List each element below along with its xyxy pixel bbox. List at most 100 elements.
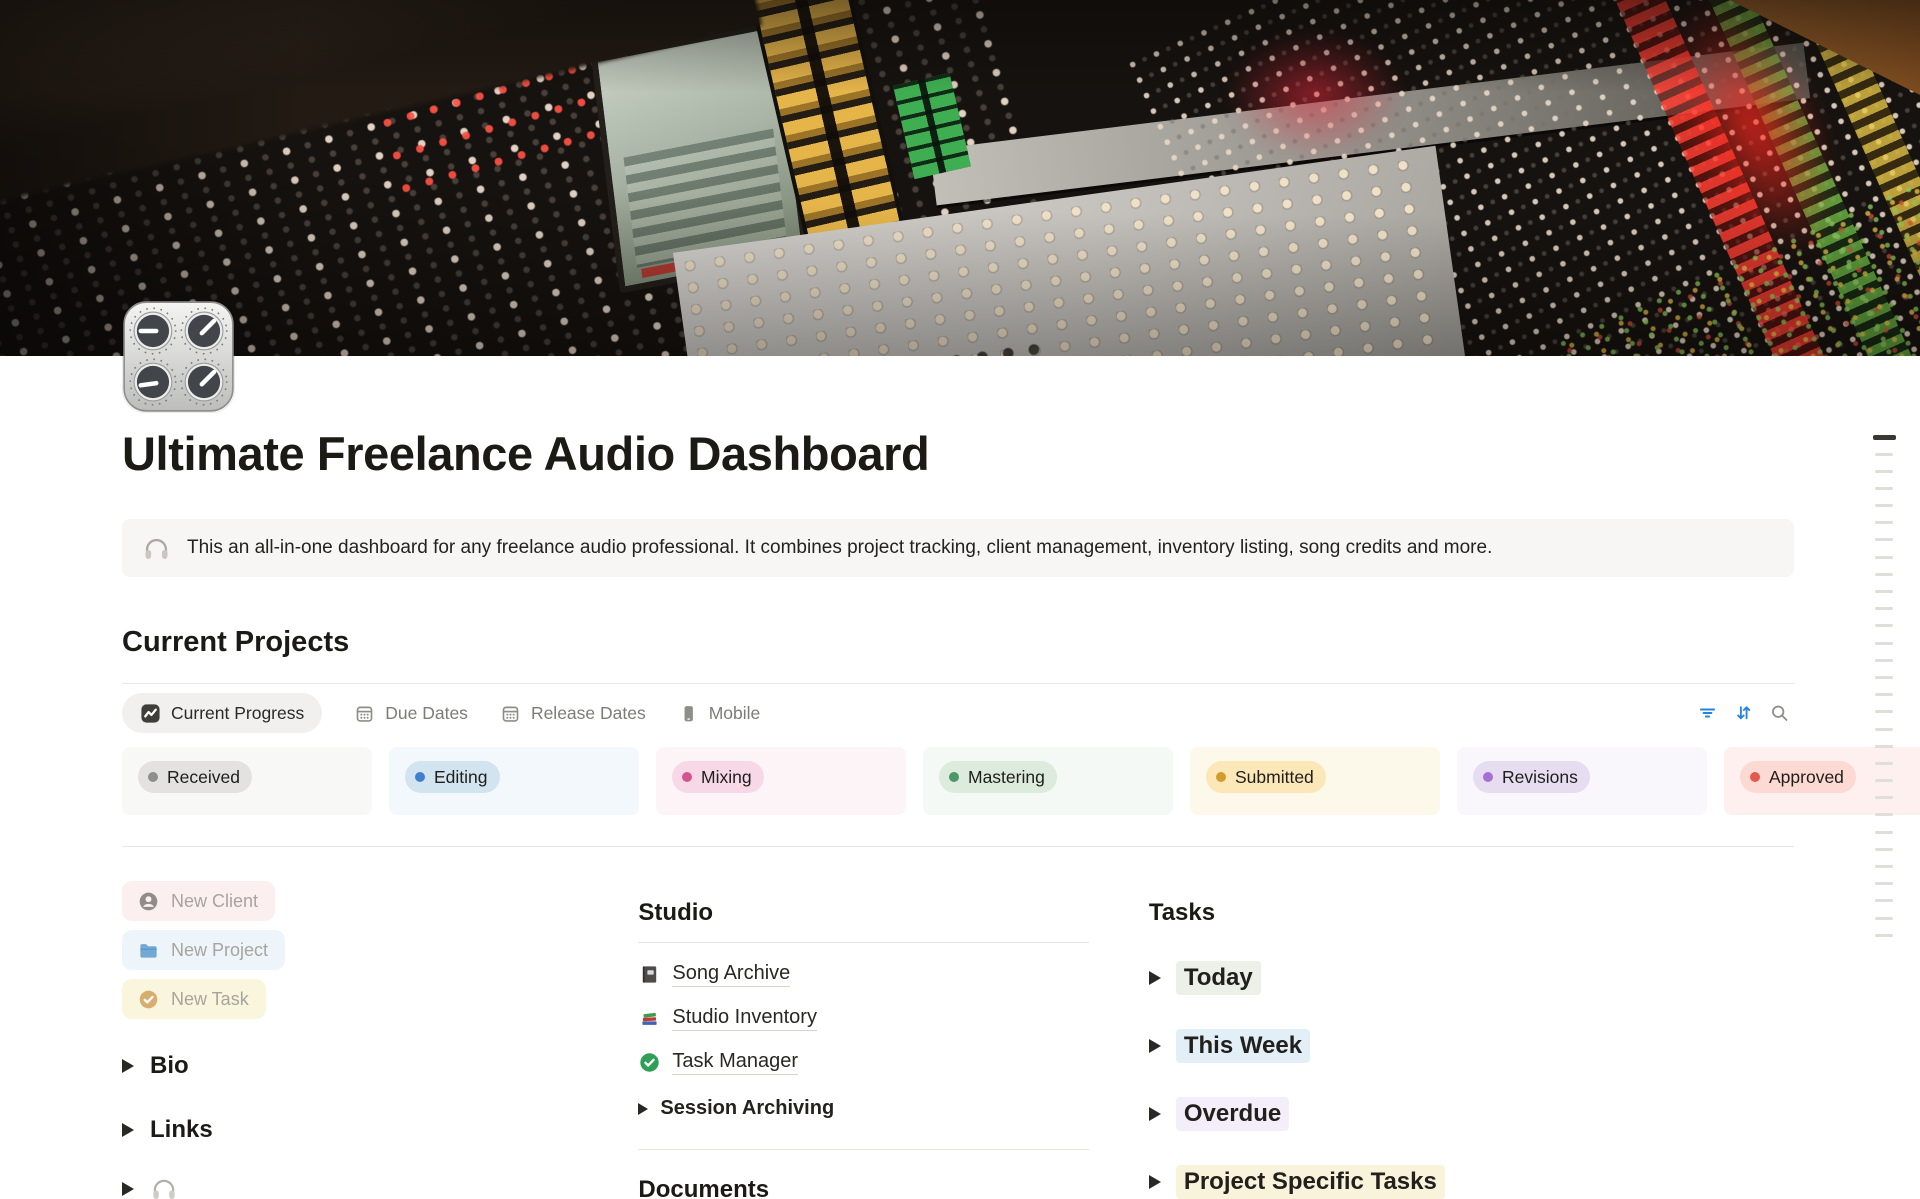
toc-item[interactable] xyxy=(1875,779,1893,782)
page-content: Ultimate Freelance Audio Dashboard This … xyxy=(0,356,1920,1199)
link-task-manager[interactable]: Task Manager xyxy=(638,1050,1088,1075)
toc-item[interactable] xyxy=(1875,453,1893,456)
tab-label: Release Dates xyxy=(531,703,646,724)
toc-item[interactable] xyxy=(1875,573,1893,576)
toc-item[interactable] xyxy=(1875,504,1893,507)
toc-item[interactable] xyxy=(1875,538,1893,541)
toc-item[interactable] xyxy=(1875,487,1893,490)
toc-item[interactable] xyxy=(1875,762,1893,765)
toggle-today[interactable]: Today xyxy=(1149,961,1794,995)
toggle-triangle-icon[interactable] xyxy=(1149,971,1161,985)
column-tasks: Tasks Today This Week Overdue Project Sp… xyxy=(1149,873,1794,1199)
status-badge[interactable]: Editing xyxy=(405,761,500,793)
filter-icon[interactable] xyxy=(1697,703,1718,724)
board-column-mastering: Mastering xyxy=(923,747,1173,815)
toggle-this-week[interactable]: This Week xyxy=(1149,1029,1794,1063)
button-label: New Client xyxy=(171,891,258,912)
toc-item[interactable] xyxy=(1875,642,1893,645)
toc-item[interactable] xyxy=(1875,470,1893,473)
toc-item[interactable] xyxy=(1875,607,1893,610)
search-icon[interactable] xyxy=(1769,703,1790,724)
toggle-overdue[interactable]: Overdue xyxy=(1149,1097,1794,1131)
status-dot xyxy=(1483,772,1493,782)
check-circle-green-icon xyxy=(638,1051,661,1074)
toc-item[interactable] xyxy=(1875,865,1893,868)
toggle-triangle-icon[interactable] xyxy=(122,1059,134,1073)
toc-item[interactable] xyxy=(1875,882,1893,885)
toggle-links[interactable]: Links xyxy=(122,1116,591,1144)
calendar-icon xyxy=(354,703,375,724)
status-badge[interactable]: Revisions xyxy=(1473,761,1590,793)
divider xyxy=(122,683,1794,684)
board-column-revisions: Revisions xyxy=(1457,747,1707,815)
link-studio-inventory[interactable]: Studio Inventory xyxy=(638,1006,1088,1031)
toggle-label: Overdue xyxy=(1176,1097,1289,1131)
toggle-bio[interactable]: Bio xyxy=(122,1052,591,1080)
status-badge[interactable]: Received xyxy=(138,761,252,793)
link-song-archive[interactable]: Song Archive xyxy=(638,962,1088,987)
toggle-triangle-icon[interactable] xyxy=(1149,1175,1161,1189)
new-task-button[interactable]: New Task xyxy=(122,979,266,1019)
toc-item[interactable] xyxy=(1875,728,1893,731)
status-badge[interactable]: Submitted xyxy=(1206,761,1326,793)
toc-item[interactable] xyxy=(1875,796,1893,799)
tab-release-dates[interactable]: Release Dates xyxy=(500,703,646,724)
toc-item[interactable] xyxy=(1875,745,1893,748)
board-column-received: Received xyxy=(122,747,372,815)
button-label: New Task xyxy=(171,989,249,1010)
status-badge[interactable]: Approved xyxy=(1740,761,1856,793)
headphones-icon xyxy=(150,1175,178,1199)
toggle-triangle-icon[interactable] xyxy=(1149,1039,1161,1053)
status-badge[interactable]: Mixing xyxy=(672,761,764,793)
toc-item[interactable] xyxy=(1875,899,1893,902)
toggle-label: Session Archiving xyxy=(660,1097,834,1120)
status-label: Mixing xyxy=(701,767,752,788)
toggle-triangle-icon[interactable] xyxy=(638,1103,648,1115)
toggle-session-archiving[interactable]: Session Archiving xyxy=(638,1097,1088,1120)
status-label: Revisions xyxy=(1502,767,1578,788)
link-label[interactable]: Studio Inventory xyxy=(672,1006,817,1031)
toggle-triangle-icon[interactable] xyxy=(122,1182,134,1196)
divider xyxy=(122,846,1794,847)
calendar-icon xyxy=(500,703,521,724)
page-icon-control-knobs[interactable] xyxy=(123,301,234,412)
new-project-button[interactable]: New Project xyxy=(122,930,285,970)
column-left: New Client New Project New Task Bio xyxy=(122,873,591,1199)
toggle-project-specific-tasks[interactable]: Project Specific Tasks xyxy=(1149,1165,1794,1199)
status-badge[interactable]: Mastering xyxy=(939,761,1057,793)
toc-item[interactable] xyxy=(1875,693,1893,696)
toggle-triangle-icon[interactable] xyxy=(1149,1107,1161,1121)
toc-item[interactable] xyxy=(1875,590,1893,593)
sort-icon[interactable] xyxy=(1733,703,1754,724)
intro-callout[interactable]: This an all-in-one dashboard for any fre… xyxy=(122,519,1794,577)
toggle-label: Bio xyxy=(150,1052,189,1080)
toc-current-item[interactable] xyxy=(1873,435,1896,440)
check-circle-icon xyxy=(137,988,160,1011)
cover-image xyxy=(0,0,1920,356)
toc-item[interactable] xyxy=(1875,710,1893,713)
toc-item[interactable] xyxy=(1875,521,1893,524)
link-label[interactable]: Song Archive xyxy=(672,962,790,987)
status-dot xyxy=(415,772,425,782)
person-circle-icon xyxy=(137,890,160,913)
tab-current-progress[interactable]: Current Progress xyxy=(122,693,322,733)
toggle-triangle-icon[interactable] xyxy=(122,1123,134,1137)
columns-layout: New Client New Project New Task Bio xyxy=(122,873,1794,1199)
toc-item[interactable] xyxy=(1875,659,1893,662)
tab-due-dates[interactable]: Due Dates xyxy=(354,703,468,724)
new-client-button[interactable]: New Client xyxy=(122,881,275,921)
board-column-mixing: Mixing xyxy=(656,747,906,815)
toc-item[interactable] xyxy=(1875,624,1893,627)
tab-mobile[interactable]: Mobile xyxy=(678,703,761,724)
toc-item[interactable] xyxy=(1875,813,1893,816)
toc-item[interactable] xyxy=(1875,831,1893,834)
toggle-partial[interactable] xyxy=(122,1175,591,1199)
toc-item[interactable] xyxy=(1875,934,1893,937)
toc-item[interactable] xyxy=(1875,848,1893,851)
link-label[interactable]: Task Manager xyxy=(672,1050,798,1075)
toc-item[interactable] xyxy=(1875,676,1893,679)
toc-item[interactable] xyxy=(1875,917,1893,920)
line-chart-icon xyxy=(140,703,161,724)
page-title[interactable]: Ultimate Freelance Audio Dashboard xyxy=(122,356,1794,481)
toc-item[interactable] xyxy=(1875,556,1893,559)
